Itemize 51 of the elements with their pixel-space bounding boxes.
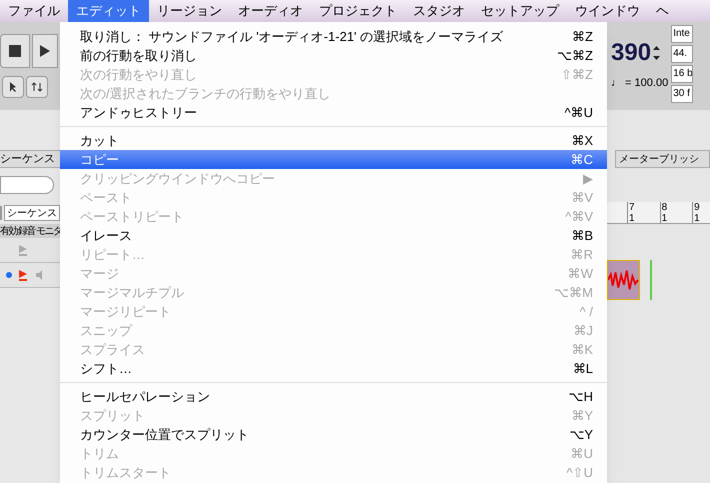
tempo-field[interactable]: ♩ = 100.00	[611, 75, 668, 92]
dropdown[interactable]: シーケンス	[4, 205, 60, 221]
ruler-beat-number: 1	[662, 213, 668, 224]
menu-bar-item[interactable]: エディット	[68, 0, 149, 22]
column-header: 有効	[0, 224, 18, 238]
ruler-beat-number: 1	[694, 213, 700, 224]
menu-item[interactable]: ヒールセパレーション ⌥H	[60, 387, 607, 406]
menu-item[interactable]: 取り消し： サウンドファイル 'オーディオ-1-21' の選択域をノーマライズ ⌘Z	[60, 27, 607, 46]
menu-item[interactable]: イレース ⌘B	[60, 226, 607, 245]
ruler-beat-number: 1	[629, 213, 635, 224]
record-arm-icon[interactable]	[18, 244, 28, 256]
track-row[interactable]	[0, 238, 60, 263]
settings-field[interactable]: 44.	[671, 45, 694, 63]
stop-icon	[9, 45, 21, 57]
stop-button[interactable]	[0, 34, 30, 68]
menu-item[interactable]: シフト… ⌘L	[60, 359, 607, 378]
menu-item[interactable]: コピー ⌘C	[60, 150, 607, 169]
record-arm-icon[interactable]	[18, 270, 28, 280]
menu-bar-item[interactable]: セットアップ	[473, 0, 567, 22]
play-button[interactable]	[32, 34, 58, 68]
settings-field[interactable]: 16 b	[671, 65, 694, 83]
menu-bar-item[interactable]: オーディオ	[230, 0, 311, 22]
pointer-icon	[7, 81, 19, 93]
menu-item[interactable]: カット ⌘X	[60, 131, 607, 150]
pointer-tool-button[interactable]	[2, 76, 24, 98]
audio-region-drawing[interactable]	[607, 260, 640, 300]
menu-item[interactable]: カウンター位置でスプリット ⌥Y	[60, 425, 607, 444]
menu-item[interactable]: アンドゥヒストリー ^⌘U	[60, 103, 607, 122]
record-tool-button[interactable]	[26, 76, 48, 98]
column-header: モニタ	[36, 225, 62, 238]
settings-field[interactable]: 30 f	[671, 85, 694, 103]
menu-bar-item[interactable]: ヘ	[648, 0, 677, 22]
search-field[interactable]	[0, 176, 54, 194]
ruler-bar-number: 7	[629, 202, 635, 213]
menu-bar-item[interactable]: ファイル	[0, 0, 68, 22]
counter-value: 390	[611, 41, 652, 65]
menu-bar-item[interactable]: ウインドウ	[567, 0, 648, 22]
menu-bar-item[interactable]: スタジオ	[405, 0, 473, 22]
play-icon	[40, 45, 50, 57]
track-row[interactable]	[0, 263, 60, 288]
settings-field[interactable]: Inte	[671, 25, 694, 43]
menu-item[interactable]: 前の行動を取り消し ⌥⌘Z	[60, 46, 607, 65]
stepper-icon[interactable]	[653, 45, 660, 61]
arrows-icon	[31, 81, 43, 93]
menu-bar-item[interactable]: リージョン	[149, 0, 230, 22]
menu-bar-item[interactable]: プロジェクト	[311, 0, 405, 22]
ruler-bar-number: 9	[694, 202, 700, 213]
tab[interactable]: メーターブリッシ	[615, 150, 710, 168]
column-header: 録音	[18, 224, 36, 238]
tab[interactable]: シーケンス	[0, 150, 60, 168]
ruler-bar-number: 8	[662, 202, 668, 213]
